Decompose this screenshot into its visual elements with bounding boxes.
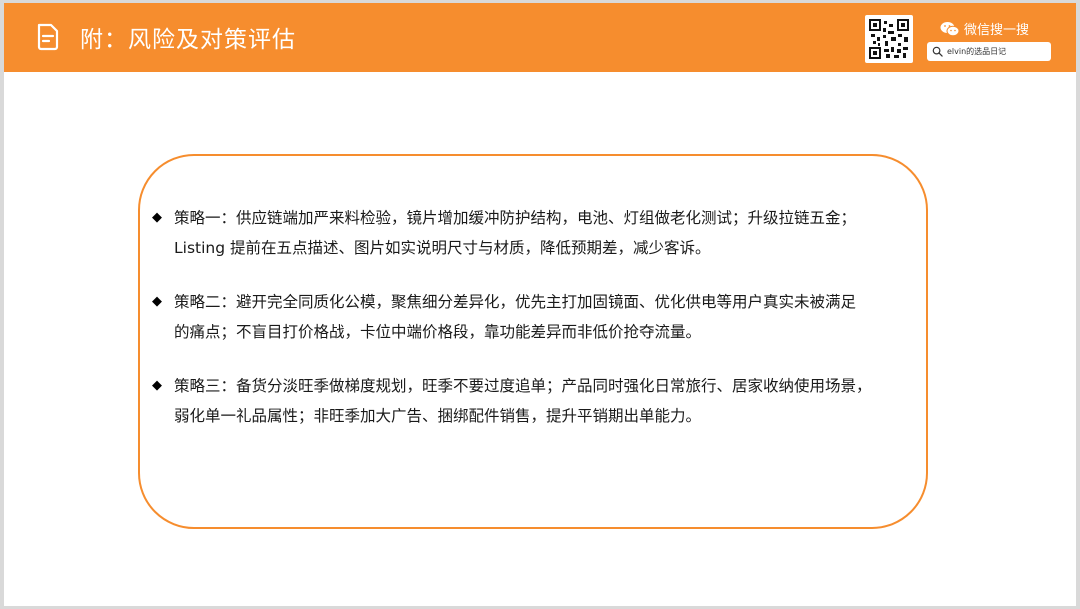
search-box[interactable]: elvin的选品日记: [927, 42, 1051, 61]
header-bar: 附：风险及对策评估 微信搜一搜 elvin的选品日记: [4, 3, 1076, 72]
qr-code: [865, 15, 913, 63]
slide: 附：风险及对策评估 微信搜一搜 elvin的选品日记 ◆ 策略一：供应链端加严来…: [4, 3, 1076, 606]
search-text: elvin的选品日记: [947, 47, 1007, 56]
strategy-line: 的痛点；不盲目打价格战，卡位中端价格段，靠功能差异而非低价抢夺流量。: [174, 323, 702, 341]
document-icon: [37, 23, 59, 51]
strategy-line: 策略一：供应链端加严来料检验，镜片增加缓冲防护结构，电池、灯组做老化测试；升级拉…: [174, 209, 857, 227]
search-icon: [932, 46, 943, 57]
strategy-line: 弱化单一礼品属性；非旺季加大广告、捆绑配件销售，提升平销期出单能力。: [174, 407, 702, 425]
strategy-line: 策略二：避开完全同质化公模，聚焦细分差异化，优先主打加固镜面、优化供电等用户真实…: [174, 293, 857, 311]
strategy-item-2: ◆ 策略二：避开完全同质化公模，聚焦细分差异化，优先主打加固镜面、优化供电等用户…: [152, 287, 942, 347]
page-title: 附：风险及对策评估: [80, 27, 296, 53]
wechat-search-label: 微信搜一搜: [940, 19, 1029, 38]
wechat-label: 微信搜一搜: [964, 23, 1030, 38]
bullet-icon: ◆: [152, 210, 162, 225]
wechat-icon: [940, 21, 960, 36]
strategy-item-1: ◆ 策略一：供应链端加严来料检验，镜片增加缓冲防护结构，电池、灯组做老化测试；升…: [152, 203, 942, 263]
strategy-item-3: ◆ 策略三：备货分淡旺季做梯度规划，旺季不要过度追单；产品同时强化日常旅行、居家…: [152, 371, 942, 431]
bullet-icon: ◆: [152, 378, 162, 393]
strategy-line: Listing 提前在五点描述、图片如实说明尺寸与材质，降低预期差，减少客诉。: [174, 239, 711, 257]
bullet-icon: ◆: [152, 294, 162, 309]
strategy-line: 策略三：备货分淡旺季做梯度规划，旺季不要过度追单；产品同时强化日常旅行、居家收纳…: [174, 377, 872, 395]
